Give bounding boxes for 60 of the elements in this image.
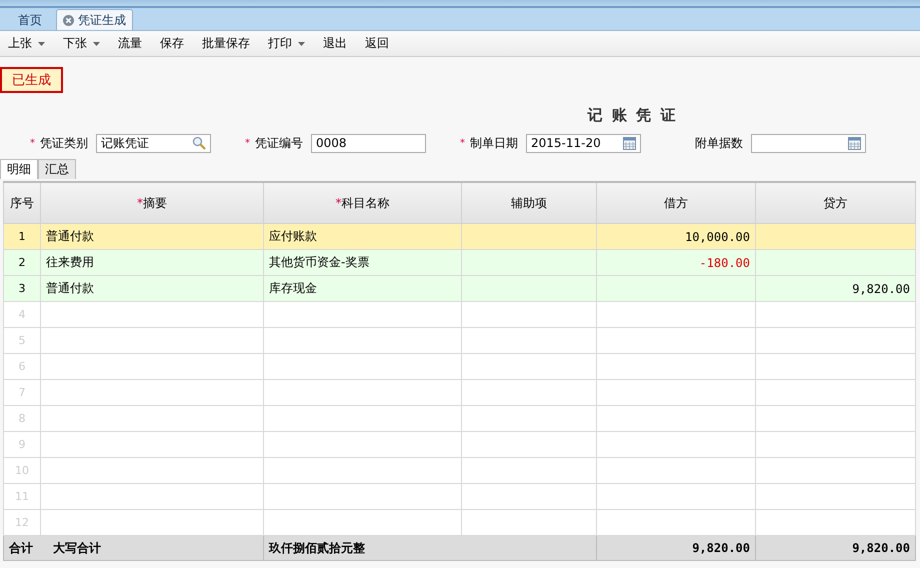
- calendar-icon[interactable]: [848, 136, 861, 150]
- page-tab[interactable]: 凭证生成: [56, 9, 133, 30]
- page-tab[interactable]: 首页: [8, 10, 52, 30]
- tab-label: 首页: [18, 12, 42, 28]
- row-number: 1: [4, 224, 40, 250]
- caret-icon: [93, 42, 100, 46]
- toolbar-button[interactable]: 批量保存: [198, 32, 260, 54]
- toolbar-button[interactable]: 退出: [319, 32, 357, 54]
- total-credit: 9,820.00: [756, 536, 916, 560]
- voucher-title: 记 账 凭 证: [588, 106, 678, 126]
- column-header: 贷方: [756, 182, 916, 224]
- input-field[interactable]: 2015-11-20: [526, 134, 641, 152]
- detail-tab[interactable]: 明细: [0, 159, 38, 179]
- search-icon[interactable]: [192, 136, 206, 150]
- table-row[interactable]: 3 普通付款 库存现金 9,820.00: [4, 276, 916, 302]
- toolbar-button[interactable]: 保存: [156, 32, 194, 54]
- column-header: 辅助项: [462, 182, 596, 224]
- field-label: 凭证类别: [40, 134, 88, 152]
- field-label: 制单日期: [470, 134, 518, 152]
- toolbar-button[interactable]: 打印: [264, 32, 315, 54]
- amount-cell: -180.00: [596, 250, 756, 276]
- amount-cell: 10,000.00: [596, 224, 756, 250]
- input-field[interactable]: [751, 134, 866, 152]
- field-label: 附单据数: [695, 134, 743, 152]
- column-header: *摘要: [40, 182, 264, 224]
- status-badge: 已生成: [0, 67, 63, 93]
- table-row[interactable]: 1 普通付款 应付账款 10,000.00: [4, 224, 916, 250]
- required-mark: *: [30, 138, 36, 148]
- field-label: 凭证编号: [255, 134, 303, 152]
- table-cell: 往来费用: [40, 250, 264, 276]
- amount-cell: 9,820.00: [756, 276, 916, 302]
- detail-tab[interactable]: 汇总: [38, 159, 76, 179]
- toolbar-button[interactable]: 返回: [361, 32, 399, 54]
- caret-icon: [38, 42, 45, 46]
- calendar-icon[interactable]: [623, 136, 636, 150]
- table-cell: 普通付款: [40, 224, 264, 250]
- tab-label: 凭证生成: [78, 12, 126, 28]
- amount-label: 大写合计: [53, 540, 101, 554]
- row-number: 3: [4, 276, 40, 302]
- row-number: 2: [4, 250, 40, 276]
- table-cell: 应付账款: [264, 224, 462, 250]
- toolbar-button[interactable]: 流量: [114, 32, 152, 54]
- input-field[interactable]: 记账凭证: [96, 134, 211, 152]
- required-mark: *: [460, 138, 466, 148]
- column-header: *科目名称: [264, 182, 462, 224]
- table-cell: 库存现金: [264, 276, 462, 302]
- column-header: 序号: [4, 182, 40, 224]
- required-mark: *: [245, 138, 251, 148]
- toolbar-button[interactable]: 上张: [4, 32, 55, 54]
- table-cell: 普通付款: [40, 276, 264, 302]
- total-debit: 9,820.00: [596, 536, 756, 560]
- amount-in-words: 玖仟捌佰贰拾元整: [269, 540, 365, 554]
- caret-icon: [298, 42, 305, 46]
- total-label: 合计: [9, 540, 33, 554]
- input-field[interactable]: 0008: [311, 134, 426, 152]
- close-icon[interactable]: [63, 14, 74, 26]
- table-row[interactable]: 2 往来费用 其他货币资金-奖票 -180.00: [4, 250, 916, 276]
- toolbar-button[interactable]: 下张: [59, 32, 110, 54]
- table-cell: 其他货币资金-奖票: [264, 250, 462, 276]
- column-header: 借方: [596, 182, 756, 224]
